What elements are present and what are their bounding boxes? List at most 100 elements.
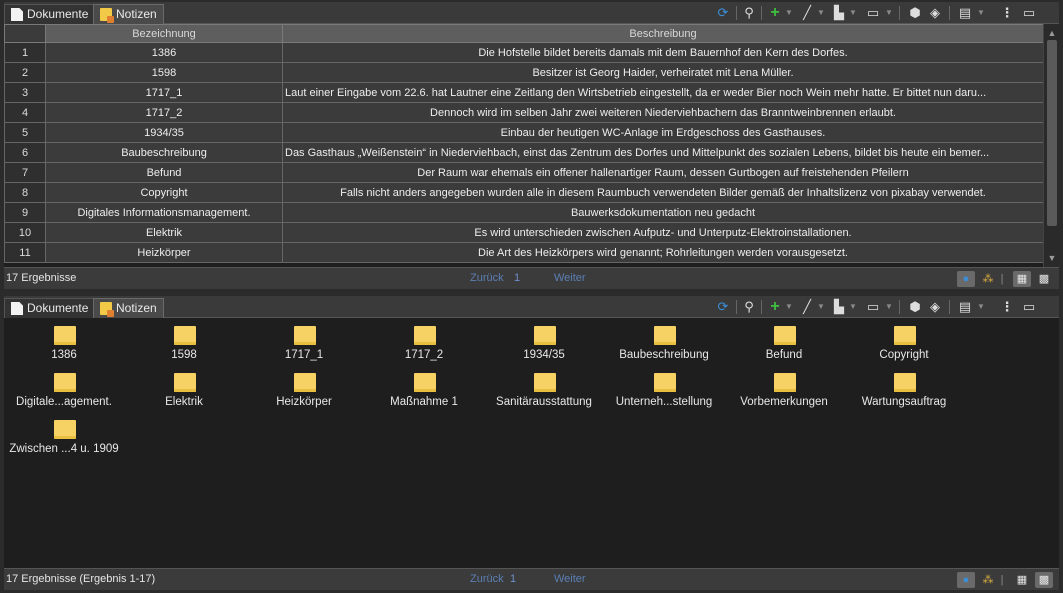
cell-beschreibung[interactable]: Dennoch wird im selben Jahr zwei weitere…	[282, 102, 1043, 123]
more-icon[interactable]: ⋮	[999, 299, 1015, 315]
cell-beschreibung[interactable]: Die Hofstelle bildet bereits damals mit …	[282, 42, 1043, 63]
sort-icon[interactable]: ●	[957, 572, 975, 588]
note-item[interactable]: 1934/35	[484, 320, 604, 370]
scroll-down-icon[interactable]: ▼	[1044, 251, 1060, 265]
table-row[interactable]: 10 Elektrik Es wird unterschieden zwischen…	[4, 222, 1043, 243]
more-icon[interactable]: ⋮	[999, 5, 1015, 21]
table-row[interactable]: 11 Heizkörper Die Art des Heizkörpers wird…	[4, 242, 1043, 263]
chevron-down-icon[interactable]: ▼	[849, 300, 857, 314]
note-item[interactable]: 1598	[124, 320, 244, 370]
filter-icon[interactable]: ⁂	[979, 572, 997, 588]
add-icon[interactable]: +	[767, 5, 783, 21]
note-item[interactable]: Zwischen ...4 u. 1909	[4, 414, 124, 464]
pager-back-link[interactable]: Zurück	[470, 272, 504, 284]
cell-beschreibung[interactable]: Einbau der heutigen WC-Anlage im Erdgesc…	[282, 122, 1043, 143]
cell-bezeichnung[interactable]: Digitales Informationsmanagement.	[45, 202, 283, 223]
refresh-icon[interactable]: ⟳	[715, 299, 731, 315]
tab-documents[interactable]: Dokumente	[4, 4, 96, 24]
copy-icon[interactable]: ▙	[831, 299, 847, 315]
search-icon[interactable]: ⚲	[741, 299, 757, 315]
tag-icon[interactable]: ◈	[927, 299, 943, 315]
table-view-icon[interactable]: ▦	[1013, 271, 1031, 287]
note-item[interactable]: Copyright	[844, 320, 964, 370]
chevron-down-icon[interactable]: ▼	[885, 6, 893, 20]
table-row[interactable]: 1 1386 Die Hofstelle bildet bereits damals…	[4, 42, 1043, 63]
refresh-icon[interactable]: ⟳	[715, 5, 731, 21]
add-icon[interactable]: +	[767, 299, 783, 315]
table-row[interactable]: 5 1934/35 Einbau der heutigen WC-Anlage im…	[4, 122, 1043, 143]
cell-beschreibung[interactable]: Bauwerksdokumentation neu gedacht	[282, 202, 1043, 223]
note-item[interactable]: Maßnahme 1	[364, 367, 484, 417]
scroll-up-icon[interactable]: ▲	[1044, 26, 1060, 40]
maximize-icon[interactable]: ▭	[1021, 5, 1037, 21]
icon-view-icon[interactable]: ▩	[1035, 271, 1053, 287]
package-icon[interactable]: ⬢	[907, 299, 923, 315]
chevron-down-icon[interactable]: ▼	[849, 6, 857, 20]
vertical-scrollbar[interactable]: ▲ ▼	[1043, 24, 1059, 267]
note-item[interactable]: Heizkörper	[244, 367, 364, 417]
cell-beschreibung[interactable]: Laut einer Eingabe vom 22.6. hat Lautner…	[282, 82, 1043, 103]
chevron-down-icon[interactable]: ▼	[785, 300, 793, 314]
cell-bezeichnung[interactable]: 1598	[45, 62, 283, 83]
cell-bezeichnung[interactable]: Copyright	[45, 182, 283, 203]
cell-bezeichnung[interactable]: Heizkörper	[45, 242, 283, 263]
cell-bezeichnung[interactable]: Baubeschreibung	[45, 142, 283, 163]
table-row[interactable]: 2 1598 Besitzer ist Georg Haider, verheira…	[4, 62, 1043, 83]
package-icon[interactable]: ⬢	[907, 5, 923, 21]
chevron-down-icon[interactable]: ▼	[817, 6, 825, 20]
view-icon[interactable]: ▭	[865, 299, 881, 315]
cell-beschreibung[interactable]: Der Raum war ehemals ein offener hallena…	[282, 162, 1043, 183]
cell-bezeichnung[interactable]: 1717_2	[45, 102, 283, 123]
column-header-bezeichnung[interactable]: Bezeichnung	[45, 24, 283, 43]
note-item[interactable]: Vorbemerkungen	[724, 367, 844, 417]
column-header-beschreibung[interactable]: Beschreibung	[282, 24, 1043, 43]
icon-view-icon[interactable]: ▩	[1035, 572, 1053, 588]
cell-beschreibung[interactable]: Es wird unterschieden zwischen Aufputz- …	[282, 222, 1043, 243]
tab-documents[interactable]: Dokumente	[4, 298, 96, 318]
note-item[interactable]: Sanitärausstattung	[484, 367, 604, 417]
note-item[interactable]: Elektrik	[124, 367, 244, 417]
cell-bezeichnung[interactable]: 1934/35	[45, 122, 283, 143]
note-item[interactable]: 1386	[4, 320, 124, 370]
filter-icon[interactable]: ⁂	[979, 271, 997, 287]
table-row[interactable]: 8 Copyright Falls nicht anders angegeben w…	[4, 182, 1043, 203]
scroll-thumb[interactable]	[1047, 40, 1057, 226]
note-item[interactable]: Wartungsauftrag	[844, 367, 964, 417]
table-view-icon[interactable]: ▦	[1013, 572, 1031, 588]
maximize-icon[interactable]: ▭	[1021, 299, 1037, 315]
pager-next-link[interactable]: Weiter	[554, 573, 586, 585]
pen-icon[interactable]: ╱	[799, 5, 815, 21]
chevron-down-icon[interactable]: ▼	[977, 300, 985, 314]
view-icon[interactable]: ▭	[865, 5, 881, 21]
cell-beschreibung[interactable]: Die Art des Heizkörpers wird genannt; Ro…	[282, 242, 1043, 263]
cell-beschreibung[interactable]: Besitzer ist Georg Haider, verheiratet m…	[282, 62, 1043, 83]
tag-icon[interactable]: ◈	[927, 5, 943, 21]
clipboard-icon[interactable]: ▤	[957, 5, 973, 21]
tab-notes[interactable]: Notizen	[93, 4, 164, 24]
pen-icon[interactable]: ╱	[799, 299, 815, 315]
note-item[interactable]: Digitale...agement.	[4, 367, 124, 417]
search-icon[interactable]: ⚲	[741, 5, 757, 21]
table-row[interactable]: 9 Digitales Informationsmanagement. Bauwer…	[4, 202, 1043, 223]
tab-notes[interactable]: Notizen	[93, 298, 164, 318]
cell-bezeichnung[interactable]: Elektrik	[45, 222, 283, 243]
cell-beschreibung[interactable]: Falls nicht anders angegeben wurden alle…	[282, 182, 1043, 203]
table-row[interactable]: 3 1717_1 Laut einer Eingabe vom 22.6. hat …	[4, 82, 1043, 103]
cell-bezeichnung[interactable]: 1386	[45, 42, 283, 63]
chevron-down-icon[interactable]: ▼	[817, 300, 825, 314]
note-item[interactable]: 1717_1	[244, 320, 364, 370]
table-row[interactable]: 6 Baubeschreibung Das Gasthaus „Weißenstei…	[4, 142, 1043, 163]
cell-bezeichnung[interactable]: 1717_1	[45, 82, 283, 103]
copy-icon[interactable]: ▙	[831, 5, 847, 21]
clipboard-icon[interactable]: ▤	[957, 299, 973, 315]
pager-back-link[interactable]: Zurück	[470, 573, 504, 585]
cell-beschreibung[interactable]: Das Gasthaus „Weißenstein“ in Niedervieh…	[282, 142, 1043, 163]
note-item[interactable]: Baubeschreibung	[604, 320, 724, 370]
table-row[interactable]: 7 Befund Der Raum war ehemals ein offener …	[4, 162, 1043, 183]
note-item[interactable]: Unterneh...stellung	[604, 367, 724, 417]
table-row[interactable]: 4 1717_2 Dennoch wird im selben Jahr zwei …	[4, 102, 1043, 123]
cell-bezeichnung[interactable]: Befund	[45, 162, 283, 183]
chevron-down-icon[interactable]: ▼	[885, 300, 893, 314]
sort-icon[interactable]: ●	[957, 271, 975, 287]
chevron-down-icon[interactable]: ▼	[977, 6, 985, 20]
